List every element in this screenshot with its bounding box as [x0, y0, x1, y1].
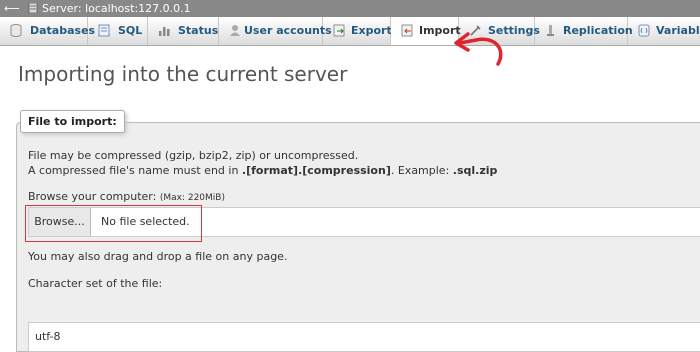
tab-label: Export [351, 24, 392, 37]
tab-label: Replication [563, 24, 633, 37]
window-title: Server: localhost:127.0.0.1 [42, 2, 191, 15]
user-accounts-icon [230, 25, 240, 36]
tab-label: Status [178, 24, 219, 37]
back-arrow-icon[interactable]: ⟵ [4, 0, 20, 17]
server-icon [28, 3, 38, 13]
top-tab-bar: Databases SQL Status User accounts Expor… [0, 17, 700, 46]
tab-user-accounts[interactable]: User accounts [219, 17, 332, 45]
max-size-note: (Max: 220MiB) [159, 193, 225, 203]
filename-note: A compressed file's name must end in .[f… [28, 164, 497, 177]
tab-label: Databases [30, 24, 96, 37]
browse-label-text: Browse your computer: [28, 190, 160, 203]
filename-example: .sql.zip [452, 164, 498, 177]
tab-label: SQL [118, 24, 143, 37]
page-title: Importing into the current server [18, 62, 348, 86]
annotation-highlight-box [25, 205, 202, 242]
status-icon [159, 27, 170, 36]
tab-export[interactable]: Export [323, 17, 392, 45]
tab-status[interactable]: Status [148, 17, 219, 45]
database-icon [10, 24, 22, 37]
tab-variables[interactable]: Variables [628, 17, 700, 45]
annotation-arrow-icon [454, 32, 503, 66]
tab-sql[interactable]: SQL [88, 17, 148, 45]
tab-label: User accounts [244, 24, 332, 37]
tab-label: Variables [656, 24, 700, 37]
sql-icon [98, 24, 110, 37]
charset-label: Character set of the file: [28, 277, 163, 290]
filename-format: .[format].[compression] [241, 164, 391, 177]
drag-drop-note: You may also drag and drop a file on any… [28, 250, 288, 263]
browse-label: Browse your computer: (Max: 220MiB) [28, 190, 225, 203]
filename-note-prefix: A compressed file's name must end in [28, 164, 242, 177]
fieldset-legend: File to import: [20, 110, 125, 133]
variables-icon [638, 24, 650, 37]
charset-select[interactable]: utf-8 [28, 322, 700, 352]
export-icon [333, 24, 345, 37]
compression-note: File may be compressed (gzip, bzip2, zip… [28, 149, 359, 162]
import-icon [401, 24, 413, 37]
tab-databases[interactable]: Databases [0, 17, 95, 45]
window-title-bar: ⟵ Server: localhost:127.0.0.1 [0, 0, 700, 17]
replication-icon [547, 25, 554, 36]
tab-replication[interactable]: Replication [535, 17, 633, 45]
filename-note-mid: . Example: [390, 164, 453, 177]
